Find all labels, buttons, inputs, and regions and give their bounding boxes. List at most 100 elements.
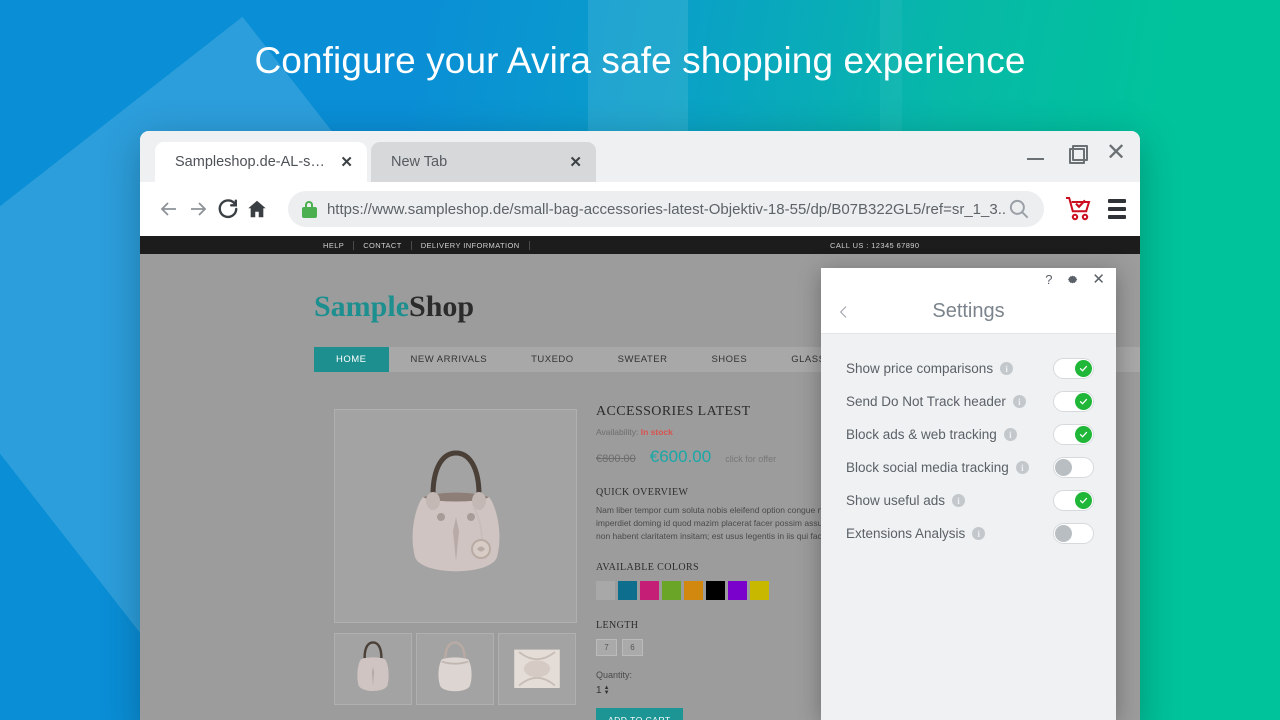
info-icon[interactable]: i xyxy=(1015,461,1029,474)
info-icon[interactable]: i xyxy=(1000,362,1014,375)
shop-utility-links: HELP CONTACT DELIVERY INFORMATION xyxy=(314,240,530,250)
quantity-label: Quantity: xyxy=(596,670,633,681)
shop-link-help[interactable]: HELP xyxy=(314,240,355,250)
setting-label: Show useful ads xyxy=(846,493,946,508)
shop-nav-home[interactable]: HOME xyxy=(314,347,389,372)
tab-title: New Tab xyxy=(391,154,448,170)
handbag-illustration xyxy=(412,450,499,572)
shop-nav-shoes[interactable]: SHOES xyxy=(689,347,769,372)
back-arrow-icon[interactable] xyxy=(156,192,181,226)
availability-label: Availability: xyxy=(596,427,639,437)
product-thumbnails xyxy=(334,633,576,705)
product-availability: Availability: In stock xyxy=(596,427,856,437)
avira-settings-panel: ? ✕ Settings Show price comparisons i Se… xyxy=(821,268,1116,720)
quick-overview-heading: QUICK OVERVIEW xyxy=(596,487,689,498)
tab-close-icon[interactable]: ✕ xyxy=(569,155,582,170)
setting-label: Block ads & web tracking xyxy=(846,427,997,442)
shop-link-delivery[interactable]: DELIVERY INFORMATION xyxy=(412,240,530,250)
info-icon[interactable]: i xyxy=(1003,428,1017,441)
shop-nav-tuxedo[interactable]: TUXEDO xyxy=(509,347,596,372)
product-thumbnail[interactable] xyxy=(416,633,494,705)
product-thumbnail[interactable] xyxy=(498,633,576,705)
toggle-send-do-not-track-header[interactable] xyxy=(1053,391,1094,412)
settings-list: Show price comparisons i Send Do Not Tra… xyxy=(821,334,1116,550)
product-prices: €800.00 €600.00 click for offer xyxy=(596,447,856,467)
setting-row-block-ads-web-tracking: Block ads & web tracking i xyxy=(821,418,1116,451)
shop-logo[interactable]: SampleShop xyxy=(314,290,474,324)
setting-row-show-price-comparisons: Show price comparisons i xyxy=(821,352,1116,385)
toggle-block-social-media-tracking[interactable] xyxy=(1053,457,1094,478)
panel-header: Settings xyxy=(821,290,1116,334)
quantity-arrows-icon[interactable]: ▲ ▼ xyxy=(604,685,610,696)
setting-label: Extensions Analysis xyxy=(846,526,966,541)
color-swatch[interactable] xyxy=(706,581,725,601)
toggle-show-price-comparisons[interactable] xyxy=(1053,358,1094,379)
color-swatch[interactable] xyxy=(640,581,659,601)
info-icon[interactable]: i xyxy=(952,494,966,507)
price-original: €800.00 xyxy=(596,453,636,465)
chevron-left-icon[interactable] xyxy=(833,301,855,323)
close-icon[interactable]: ✕ xyxy=(1106,141,1126,165)
product-title: ACCESSORIES LATEST xyxy=(596,404,751,419)
toggle-block-ads-web-tracking[interactable] xyxy=(1053,424,1094,445)
shop-utility-bar: HELP CONTACT DELIVERY INFORMATION CALL U… xyxy=(140,236,1140,254)
product-thumbnail[interactable] xyxy=(334,633,412,705)
quick-overview-text: Nam liber tempor cum soluta nobis eleife… xyxy=(596,505,850,541)
shop-logo-part2: Shop xyxy=(409,290,475,323)
quantity-stepper[interactable]: 1 ▲ ▼ xyxy=(596,685,856,697)
shop-nav-new-arrivals[interactable]: NEW ARRIVALS xyxy=(389,347,510,372)
length-option[interactable]: 7 xyxy=(596,639,617,657)
shop-phone: CALL US : 12345 67890 xyxy=(830,240,920,250)
color-swatch[interactable] xyxy=(728,581,747,601)
availability-value: In stock xyxy=(640,427,673,437)
browser-tab-newtab[interactable]: New Tab ✕ xyxy=(371,142,596,182)
panel-icon-bar: ? ✕ xyxy=(821,268,1116,290)
setting-row-block-social-media-tracking: Block social media tracking i xyxy=(821,451,1116,484)
toggle-show-useful-ads[interactable] xyxy=(1053,490,1094,511)
address-bar[interactable]: https://www.sampleshop.de/small-bag-acce… xyxy=(287,191,1045,227)
forward-arrow-icon[interactable] xyxy=(185,192,210,226)
window-controls: ✕ xyxy=(1026,141,1126,165)
available-colors-heading: AVAILABLE COLORS xyxy=(596,562,699,574)
color-swatches xyxy=(596,581,856,601)
search-icon[interactable] xyxy=(1006,196,1032,222)
restore-icon[interactable] xyxy=(1066,144,1088,164)
setting-row-extensions-analysis: Extensions Analysis i xyxy=(821,517,1116,550)
home-icon[interactable] xyxy=(244,192,269,226)
shop-link-contact[interactable]: CONTACT xyxy=(354,240,412,250)
quantity-value: 1 xyxy=(596,685,602,697)
browser-tabstrip: Sampleshop.de-AL-small... ✕ New Tab ✕ ✕ xyxy=(140,131,1140,182)
shop-nav-sweater[interactable]: SWEATER xyxy=(596,347,690,372)
close-icon[interactable]: ✕ xyxy=(1092,272,1105,287)
setting-label: Block social media tracking xyxy=(846,460,1009,475)
toggle-extensions-analysis[interactable] xyxy=(1053,523,1094,544)
panel-title: Settings xyxy=(932,300,1005,322)
color-swatch[interactable] xyxy=(750,581,769,601)
price-current: €600.00 xyxy=(649,447,712,466)
color-swatch[interactable] xyxy=(618,581,637,601)
lock-icon xyxy=(301,200,317,218)
browser-tab-active[interactable]: Sampleshop.de-AL-small... ✕ xyxy=(155,142,367,182)
info-icon[interactable]: i xyxy=(1012,395,1026,408)
color-swatch[interactable] xyxy=(684,581,703,601)
help-icon[interactable]: ? xyxy=(1045,273,1052,286)
color-swatch[interactable] xyxy=(662,581,681,601)
tab-title: Sampleshop.de-AL-small... xyxy=(175,154,331,170)
page-headline: Configure your Avira safe shopping exper… xyxy=(254,40,1026,81)
color-swatch[interactable] xyxy=(596,581,615,601)
shop-logo-part1: Sample xyxy=(314,290,410,323)
info-icon[interactable]: i xyxy=(972,527,986,540)
tab-close-icon[interactable]: ✕ xyxy=(340,155,353,170)
add-to-cart-button[interactable]: ADD TO CART xyxy=(596,708,683,720)
safe-shopping-cart-icon[interactable] xyxy=(1064,195,1094,223)
hamburger-menu-icon[interactable] xyxy=(1108,199,1127,219)
price-offer-link[interactable]: click for offer xyxy=(725,454,776,464)
setting-label: Show price comparisons xyxy=(846,361,994,376)
reload-icon[interactable] xyxy=(215,192,240,226)
gear-icon[interactable] xyxy=(1065,272,1079,286)
length-option[interactable]: 6 xyxy=(622,639,643,657)
url-text: https://www.sampleshop.de/small-bag-acce… xyxy=(326,200,1007,218)
product-main-image[interactable] xyxy=(334,409,577,623)
setting-row-send-do-not-track-header: Send Do Not Track header i xyxy=(821,385,1116,418)
minimize-icon[interactable] xyxy=(1026,144,1046,164)
